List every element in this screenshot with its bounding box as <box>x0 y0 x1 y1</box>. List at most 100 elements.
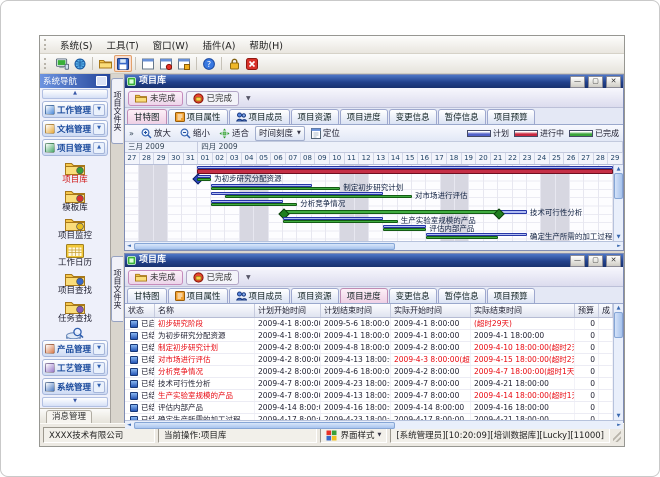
table-row[interactable]: 已结束技术可行性分析2009-4-7 8:00:002009-4-23 18:0… <box>125 378 613 390</box>
gantt-vertical-scrollbar[interactable]: ▲▼ <box>613 165 623 241</box>
table-row[interactable]: 已结束分析竞争情况2009-4-2 8:00:002009-4-6 18:00:… <box>125 366 613 378</box>
minimize-button[interactable]: — <box>570 255 585 267</box>
gantt-tool-5[interactable]: 定位 <box>308 127 343 140</box>
gantt-bar-completed[interactable] <box>283 220 398 223</box>
horizontal-scrollbar[interactable]: ◄► <box>125 241 623 250</box>
gantt-bar-completed[interactable] <box>225 195 412 198</box>
chevron-down-icon[interactable]: ▼ <box>93 343 105 355</box>
sidebar-group-5[interactable]: 工艺管理▼ <box>42 359 108 376</box>
form-edit-icon-button[interactable] <box>175 55 193 72</box>
view-tab-4[interactable]: 项目资源 <box>291 288 339 303</box>
interface-style-button[interactable]: 界面样式▼ <box>320 427 387 443</box>
menu-item-2[interactable]: 工具(T) <box>99 37 145 53</box>
chevron-down-icon[interactable]: ▼ <box>93 381 105 393</box>
view-tab-3[interactable]: 项目成员 <box>229 288 290 303</box>
doc-tab-1[interactable]: 未完成 <box>128 91 183 106</box>
view-tab-6[interactable]: 变更信息 <box>389 288 437 303</box>
gantt-bar-completed[interactable] <box>197 178 211 181</box>
menu-item-4[interactable]: 插件(A) <box>195 37 242 53</box>
sidebar-item-4[interactable]: 工作日历 <box>58 244 92 268</box>
table-row[interactable]: 已结束对市场进行评估2009-4-2 8:00:002009-4-13 18:0… <box>125 354 613 366</box>
tab-message-management[interactable]: 消息管理 <box>46 410 92 423</box>
project-folder-vertical-tab-1[interactable]: 项目文件夹 <box>111 78 123 144</box>
scroll-left-icon[interactable]: ◄ <box>125 242 133 250</box>
view-tab-3[interactable]: 项目成员 <box>229 109 290 124</box>
view-tab-6[interactable]: 变更信息 <box>389 109 437 124</box>
view-tab-7[interactable]: 暂停信息 <box>438 109 486 124</box>
gantt-tool-3[interactable]: 适合 <box>216 127 252 140</box>
column-header-1[interactable]: 状态 <box>125 304 155 317</box>
column-header-7[interactable]: 预算 <box>575 304 599 317</box>
scrollbar-thumb[interactable] <box>134 243 395 250</box>
sidebar-item-1[interactable]: 项目库 <box>62 160 88 185</box>
gantt-bar-completed[interactable] <box>211 187 340 190</box>
sidebar-item-2[interactable]: 模板库 <box>62 188 88 213</box>
project-folder-vertical-tab-2[interactable]: 项目文件夹 <box>111 256 123 322</box>
doc-tab-2[interactable]: 已完成 <box>186 270 240 285</box>
chevron-right-icon[interactable]: » <box>129 129 134 138</box>
folder-icon-button[interactable] <box>96 55 114 72</box>
scroll-right-icon[interactable]: ► <box>615 421 623 429</box>
scroll-down-icon[interactable]: ▼ <box>617 233 621 241</box>
menu-item-5[interactable]: 帮助(H) <box>242 37 290 53</box>
view-tab-8[interactable]: 项目预算 <box>487 109 535 124</box>
maximize-button[interactable]: ▢ <box>588 76 603 88</box>
form-new-icon-button[interactable] <box>157 55 175 72</box>
sidebar-item-7[interactable]: 项目文档查找 <box>49 327 100 340</box>
horizontal-scrollbar[interactable]: ◄► <box>125 420 623 429</box>
gantt-tool-2[interactable]: 缩小 <box>177 127 213 140</box>
scrollbar-thumb[interactable] <box>134 422 395 429</box>
column-header-8[interactable]: 成 <box>599 304 613 317</box>
sidebar-group-2[interactable]: 文档管理▼ <box>42 120 108 137</box>
gantt-bar-completed[interactable] <box>283 210 498 214</box>
chevron-down-icon[interactable]: ▼ <box>93 123 105 135</box>
sidebar-item-5[interactable]: 项目查找 <box>58 271 92 296</box>
table-row[interactable]: 已结束生产实验室规模的产品2009-4-7 8:00:002009-4-13 1… <box>125 390 613 402</box>
form-icon-button[interactable] <box>139 55 157 72</box>
gantt-bar-completed[interactable] <box>211 203 297 206</box>
sidebar-item-3[interactable]: 项目监控 <box>58 216 92 241</box>
scrollbar-thumb[interactable] <box>614 312 623 338</box>
view-tab-5[interactable]: 项目进度 <box>340 288 388 303</box>
gantt-tool-4[interactable]: 时间刻度▼ <box>255 126 305 141</box>
doc-tab-1[interactable]: 未完成 <box>128 270 183 285</box>
sidebar-group-4[interactable]: 产品管理▼ <box>42 340 108 357</box>
sidebar-item-6[interactable]: 任务查找 <box>58 299 92 324</box>
view-tab-2[interactable]: 项目属性 <box>168 288 228 303</box>
scroll-left-icon[interactable]: ◄ <box>125 421 133 429</box>
resize-grip[interactable] <box>613 428 621 442</box>
save-icon-button[interactable] <box>114 55 132 72</box>
view-tab-8[interactable]: 项目预算 <box>487 288 535 303</box>
doc-tabs-dropdown-icon[interactable]: ▼ <box>246 95 251 102</box>
globe-icon-button[interactable] <box>71 55 89 72</box>
scrollbar-thumb[interactable] <box>614 173 623 199</box>
gantt-tool-1[interactable]: 放大 <box>138 127 174 140</box>
gantt-bar-completed[interactable] <box>383 228 426 231</box>
scroll-up-icon[interactable]: ▲ <box>617 165 621 173</box>
sidebar-scroll-down-button[interactable]: ▼ <box>42 397 108 407</box>
view-tab-2[interactable]: 项目属性 <box>168 109 228 124</box>
lock-icon-button[interactable] <box>225 55 243 72</box>
sidebar-collapse-button[interactable] <box>96 76 107 86</box>
minimize-button[interactable]: — <box>570 76 585 88</box>
view-tab-5[interactable]: 项目进度 <box>340 109 388 124</box>
chevron-down-icon[interactable]: ▼ <box>93 104 105 116</box>
scroll-right-icon[interactable]: ► <box>615 242 623 250</box>
view-tab-1[interactable]: 甘特图 <box>127 109 167 124</box>
doc-tab-2[interactable]: 已完成 <box>186 91 240 106</box>
column-header-3[interactable]: 计划开始时间 <box>255 304 321 317</box>
sidebar-group-6[interactable]: 系统管理▼ <box>42 378 108 395</box>
column-header-6[interactable]: 实际结束时间 <box>471 304 575 317</box>
table-row[interactable]: 已结束为初步研究分配资源2009-4-1 8:00:002009-4-1 18:… <box>125 330 613 342</box>
help-icon-button[interactable]: ? <box>200 55 218 72</box>
menu-item-1[interactable]: 系统(S) <box>53 37 99 53</box>
table-row[interactable]: 已结束制定初步研究计划2009-4-2 8:00:002009-4-8 18:0… <box>125 342 613 354</box>
gantt-bar-completed[interactable] <box>426 236 498 239</box>
monitor-icon-button[interactable] <box>53 55 71 72</box>
close-button[interactable]: ✕ <box>606 255 621 267</box>
column-header-4[interactable]: 计划结束时间 <box>321 304 391 317</box>
menu-item-3[interactable]: 窗口(W) <box>146 37 196 53</box>
scroll-up-icon[interactable]: ▲ <box>617 304 621 312</box>
chevron-down-icon[interactable]: ▼ <box>93 362 105 374</box>
chevron-up-icon[interactable]: ▲ <box>93 142 105 154</box>
